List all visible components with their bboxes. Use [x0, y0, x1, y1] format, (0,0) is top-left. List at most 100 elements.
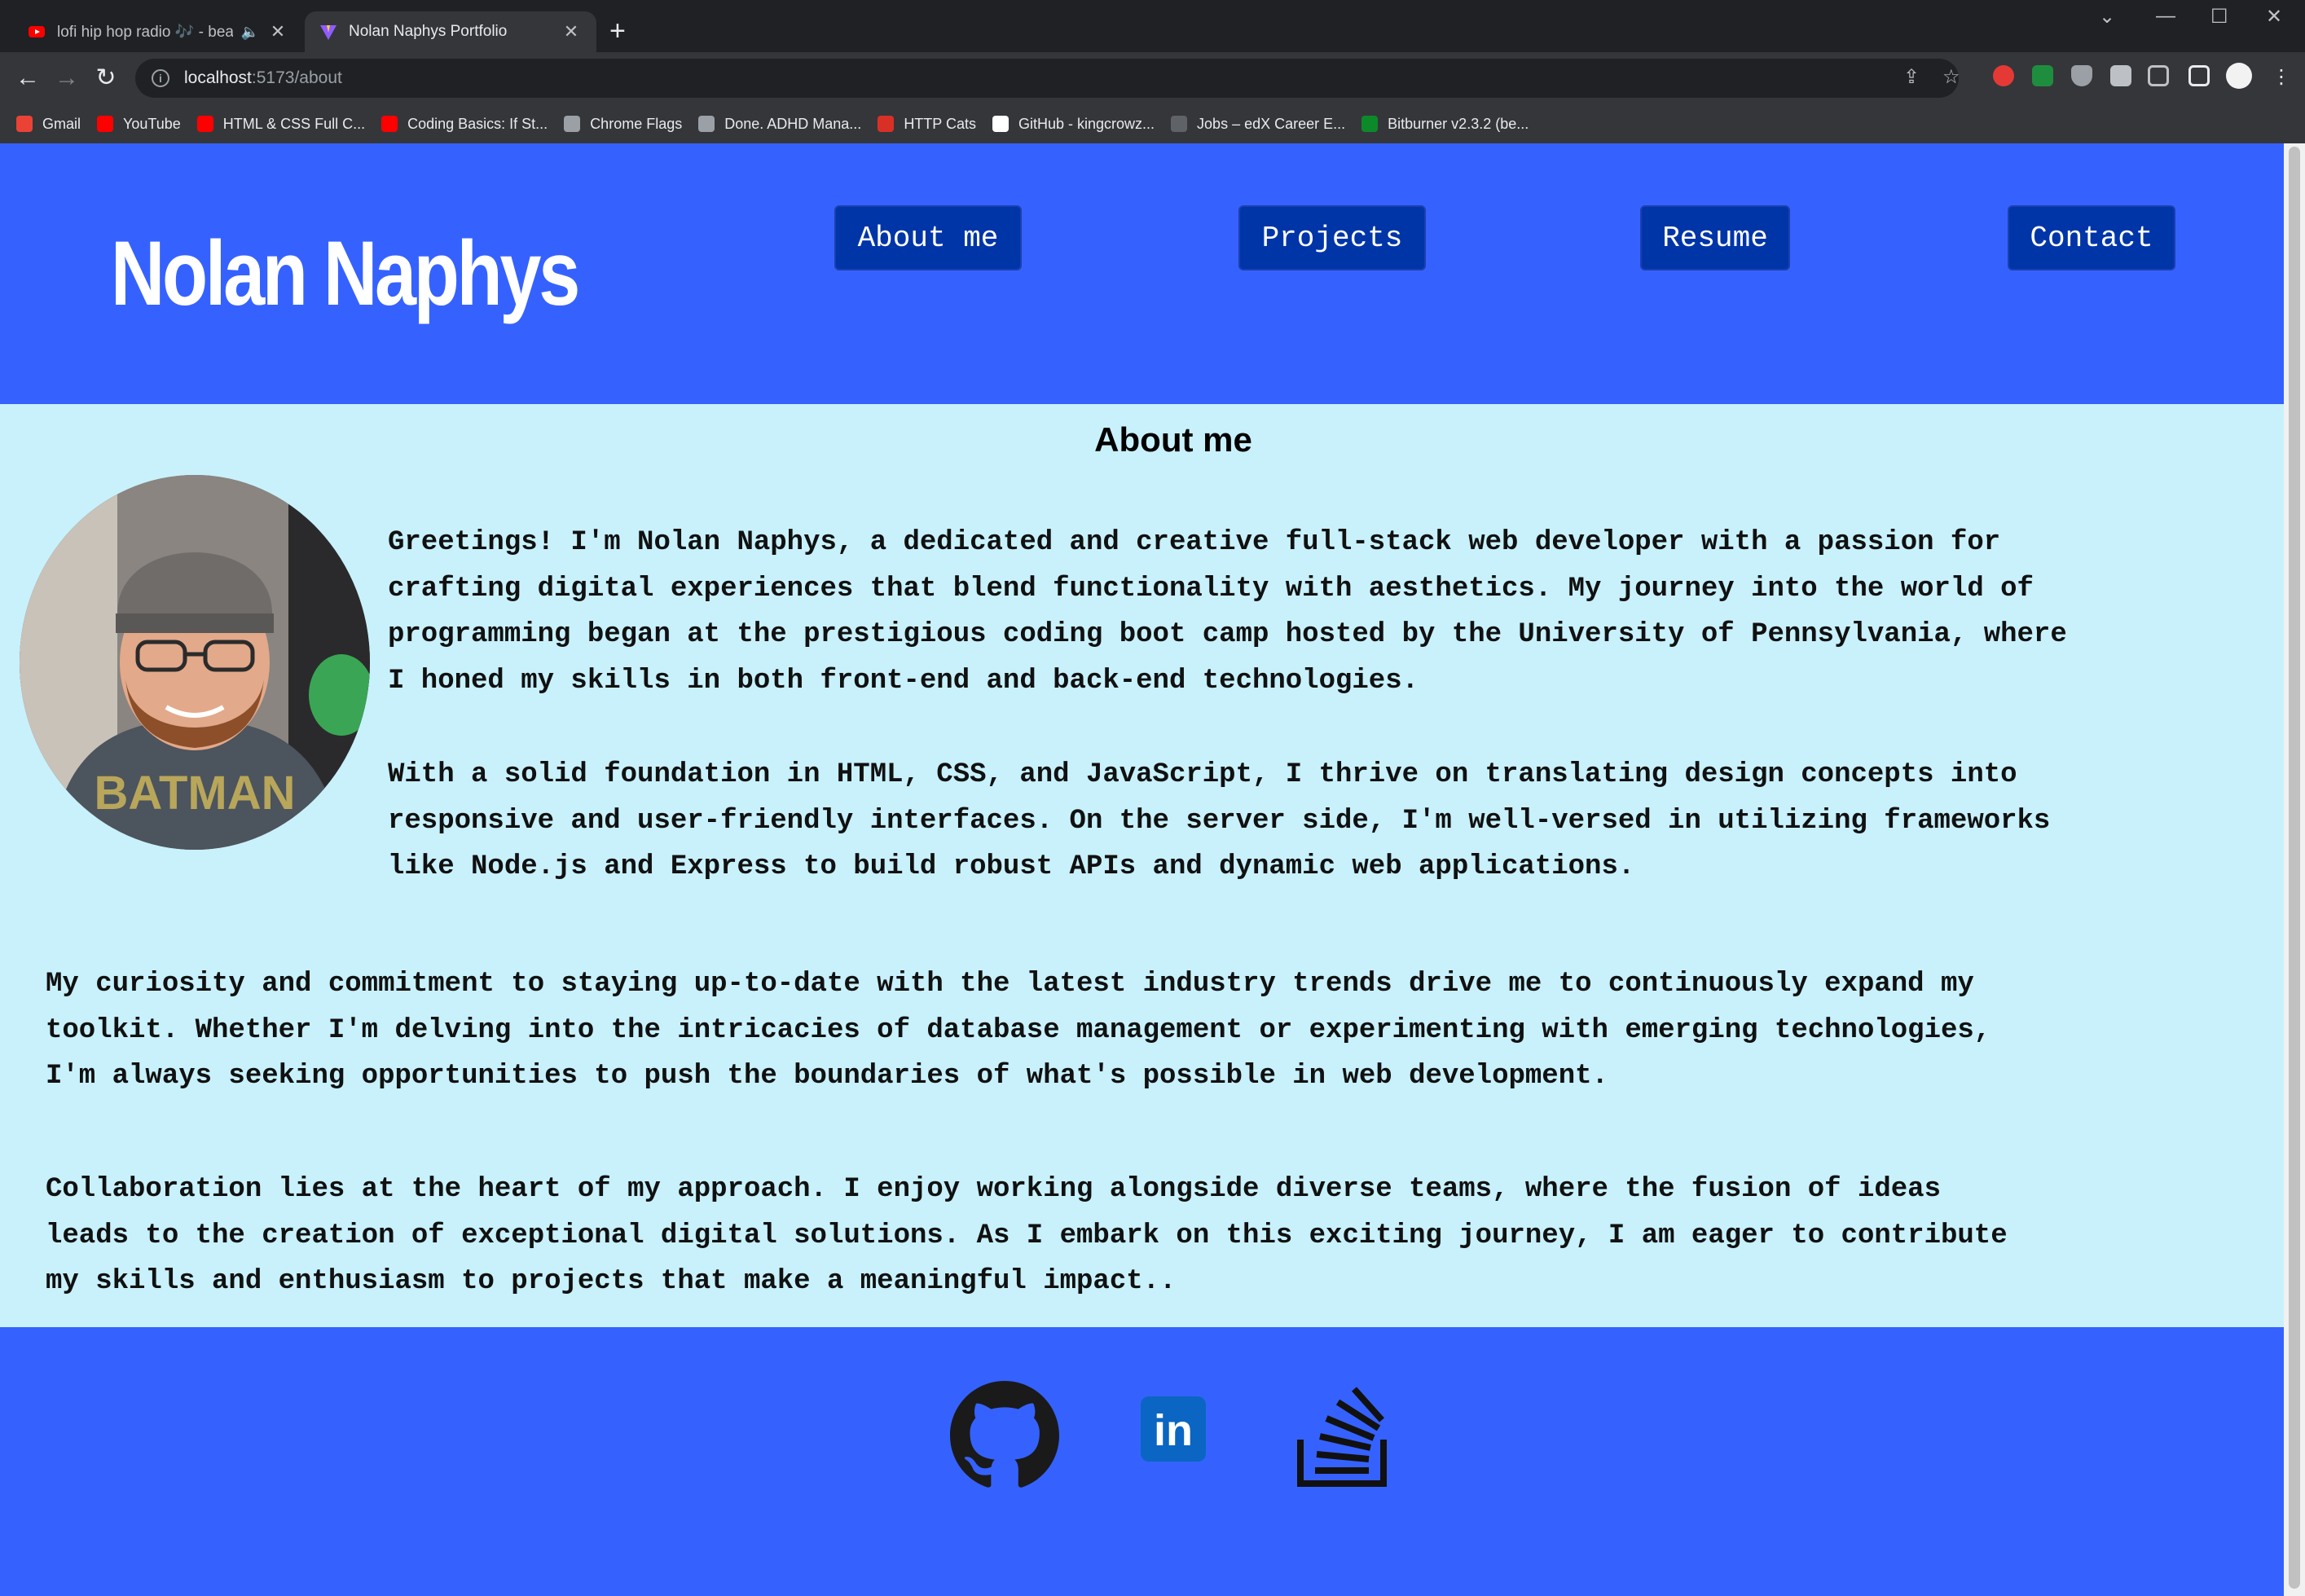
close-window-icon[interactable]: ✕	[2266, 5, 2282, 29]
bookmark-label: GitHub - kingcrowz...	[1018, 115, 1155, 132]
extension-red-icon[interactable]	[1993, 65, 2014, 86]
bookmark-item[interactable]: GitHub - kingcrowz...	[992, 116, 1155, 133]
minimize-icon[interactable]: —	[2156, 5, 2175, 28]
browser-tab-strip: lofi hip hop radio 🎶 - beats 🔈 ✕ Nolan N…	[0, 0, 2305, 52]
bookmark-favicon-icon	[196, 116, 213, 132]
bookmark-label: HTML & CSS Full C...	[222, 115, 366, 132]
stackoverflow-link[interactable]	[1295, 1386, 1388, 1493]
bookmark-favicon-icon	[1361, 116, 1379, 132]
youtube-icon	[29, 26, 45, 37]
extensions-puzzle-icon[interactable]	[2110, 65, 2131, 86]
nav-projects-button[interactable]: Projects	[1238, 205, 1426, 270]
profile-photo-illustration: BATMAN	[20, 475, 370, 850]
nav-contact-button[interactable]: Contact	[2008, 205, 2175, 270]
url-path: :5173/about	[251, 68, 342, 87]
about-paragraph-2: With a solid foundation in HTML, CSS, an…	[388, 752, 2050, 890]
reload-icon[interactable]: ↻	[90, 62, 122, 95]
close-tab-icon[interactable]: ✕	[561, 21, 582, 42]
paragraph-line: toolkit. Whether I'm delving into the in…	[46, 1014, 1991, 1046]
profile-avatar[interactable]	[2226, 63, 2252, 89]
bookmark-item[interactable]: HTML & CSS Full C...	[196, 115, 366, 133]
address-bar[interactable]: i localhost:5173/about	[135, 59, 1959, 98]
paragraph-line: My curiosity and commitment to staying u…	[46, 969, 1974, 1000]
paragraph-line: responsive and user-friendly interfaces.…	[388, 805, 2051, 837]
site-brand: Nolan Naphys	[111, 222, 580, 324]
bookmark-item[interactable]: Gmail	[16, 116, 81, 133]
back-icon[interactable]: ←	[11, 62, 44, 95]
bookmark-item[interactable]: Jobs – edX Career E...	[1171, 116, 1345, 133]
bookmark-item[interactable]: Bitburner v2.3.2 (be...	[1361, 116, 1529, 133]
bookmarks-bar: Gmail YouTube HTML & CSS Full C... Coding B…	[0, 104, 2305, 143]
shirt-text: BATMAN	[95, 767, 296, 820]
scrollbar-thumb[interactable]	[2289, 147, 2300, 1589]
share-icon[interactable]: ⇪	[1903, 65, 1920, 89]
about-paragraph-1: Greetings! I'm Nolan Naphys, a dedicated…	[388, 520, 2067, 704]
extension-green-icon[interactable]	[2032, 65, 2053, 86]
url-host: localhost	[184, 68, 252, 87]
vite-icon	[320, 25, 337, 40]
site-footer: in	[0, 1327, 2284, 1596]
bookmark-item[interactable]: Done. ADHD Mana...	[698, 116, 861, 133]
new-tab-button[interactable]: +	[609, 16, 626, 46]
bookmark-favicon-icon	[992, 116, 1009, 132]
bookmark-label: Chrome Flags	[590, 115, 683, 132]
bookmark-star-icon[interactable]: ☆	[1942, 65, 1960, 89]
bookmark-favicon-icon	[97, 116, 114, 132]
paragraph-line: I honed my skills in both front-end and …	[388, 665, 1419, 697]
paragraph-line: like Node.js and Express to build robust…	[388, 851, 1635, 883]
tab-title: lofi hip hop radio 🎶 - beats	[57, 24, 233, 41]
bookmark-favicon-icon	[381, 116, 398, 132]
paragraph-line: Collaboration lies at the heart of my ap…	[46, 1174, 1941, 1205]
paragraph-line: Greetings! I'm Nolan Naphys, a dedicated…	[388, 527, 2001, 558]
bookmark-item[interactable]: Chrome Flags	[564, 116, 682, 133]
about-heading: About me	[1094, 420, 1252, 459]
bookmark-label: HTTP Cats	[904, 115, 976, 132]
forward-icon[interactable]: →	[51, 62, 83, 95]
svg-text:in: in	[1154, 1406, 1193, 1455]
page-scrollbar[interactable]	[2284, 143, 2305, 1596]
bookmark-favicon-icon	[878, 116, 895, 132]
paragraph-line: programming began at the prestigious cod…	[388, 619, 2067, 651]
bookmark-item[interactable]: Coding Basics: If St...	[381, 116, 548, 133]
paragraph-line: crafting digital experiences that blend …	[388, 573, 2034, 605]
bookmark-label: Gmail	[42, 115, 81, 132]
media-control-icon[interactable]	[2148, 65, 2169, 86]
linkedin-icon: in	[1141, 1396, 1206, 1462]
maximize-icon[interactable]: ☐	[2210, 5, 2228, 29]
browser-tab-lofi[interactable]: lofi hip hop radio 🎶 - beats 🔈 ✕	[13, 11, 303, 52]
github-link[interactable]	[950, 1381, 1059, 1494]
side-panel-icon[interactable]	[2188, 65, 2210, 86]
linkedin-link[interactable]: in	[1141, 1396, 1206, 1466]
paragraph-line: I'm always seeking opportunities to push…	[46, 1061, 1608, 1093]
site-info-icon[interactable]: i	[152, 69, 169, 87]
bookmark-label: Done. ADHD Mana...	[724, 115, 862, 132]
github-icon	[950, 1381, 1059, 1488]
bookmark-favicon-icon	[698, 116, 715, 132]
bookmark-favicon-icon	[564, 116, 581, 132]
paragraph-line: leads to the creation of exceptional dig…	[46, 1220, 2008, 1251]
paragraph-line: With a solid foundation in HTML, CSS, an…	[388, 759, 2017, 790]
close-tab-icon[interactable]: ✕	[267, 21, 288, 42]
browser-tab-portfolio[interactable]: Nolan Naphys Portfolio ✕	[305, 11, 596, 52]
about-paragraph-3: My curiosity and commitment to staying u…	[46, 961, 1990, 1100]
tab-search-icon[interactable]: ⌄	[2099, 5, 2115, 29]
portfolio-page: Nolan Naphys About me Projects Resume Co…	[0, 143, 2284, 1596]
paragraph-line: my skills and enthusiasm to projects tha…	[46, 1266, 1177, 1298]
bookmark-favicon-icon	[1171, 116, 1188, 132]
tab-title: Nolan Naphys Portfolio	[349, 23, 508, 40]
stackoverflow-icon	[1297, 1387, 1387, 1487]
bookmark-label: Jobs – edX Career E...	[1197, 115, 1346, 132]
shield-icon[interactable]	[2071, 65, 2092, 86]
nav-resume-button[interactable]: Resume	[1640, 205, 1790, 270]
bookmark-item[interactable]: YouTube	[97, 116, 181, 133]
bookmark-label: YouTube	[123, 115, 181, 132]
about-paragraph-4: Collaboration lies at the heart of my ap…	[46, 1167, 2008, 1305]
bookmark-item[interactable]: HTTP Cats	[878, 116, 976, 133]
bookmark-label: Coding Basics: If St...	[407, 115, 548, 132]
browser-menu-icon[interactable]: ⋮	[2272, 65, 2291, 89]
profile-photo: BATMAN	[20, 475, 370, 850]
site-header: Nolan Naphys About me Projects Resume Co…	[0, 143, 2284, 404]
speaker-icon[interactable]: 🔈	[241, 24, 259, 41]
nav-about-button[interactable]: About me	[834, 205, 1022, 270]
browser-toolbar: ← → ↻ i localhost:5173/about ⇪ ☆	[0, 52, 2305, 104]
